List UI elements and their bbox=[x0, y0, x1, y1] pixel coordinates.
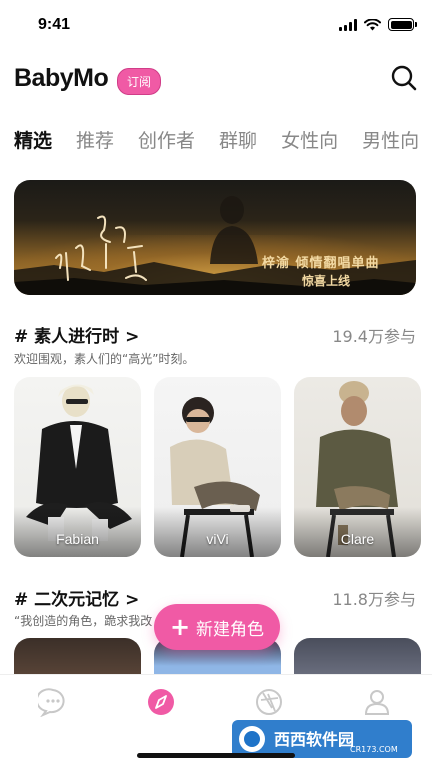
create-character-button[interactable]: + 新建角色 bbox=[154, 604, 280, 650]
character-name: Clare bbox=[340, 531, 375, 547]
plus-icon: + bbox=[169, 613, 191, 641]
tab-creators[interactable]: 创作者 bbox=[138, 126, 195, 156]
banner-subtitle: 惊喜上线 bbox=[302, 274, 351, 288]
character-name: viVi bbox=[206, 531, 229, 547]
tab-featured[interactable]: 精选 bbox=[14, 126, 52, 156]
character-card[interactable]: Clare bbox=[294, 377, 421, 557]
search-icon[interactable] bbox=[390, 64, 418, 92]
subscribe-badge[interactable]: 订阅 bbox=[117, 68, 162, 95]
user-icon[interactable] bbox=[362, 687, 392, 717]
cellular-signal-icon bbox=[339, 18, 357, 31]
tab-female-oriented[interactable]: 女性向 bbox=[281, 126, 338, 156]
tab-group-chat[interactable]: 群聊 bbox=[219, 126, 257, 156]
watermark-text: 西西软件园 bbox=[274, 730, 354, 749]
create-character-label: 新建角色 bbox=[196, 619, 265, 640]
section-participant-count: 11.8万参与 bbox=[332, 590, 416, 609]
section-title[interactable]: # 二次元记忆 > bbox=[14, 585, 139, 610]
watermark-subtext: CR173.COM bbox=[350, 745, 398, 754]
brand-logo: BabyMo bbox=[14, 64, 109, 92]
section-header: # 素人进行时 > 19.4万参与 bbox=[14, 322, 416, 348]
character-card-list: Fabian viVi Clare bbox=[14, 377, 432, 557]
compass-icon[interactable] bbox=[146, 687, 176, 717]
chat-icon[interactable] bbox=[38, 687, 68, 717]
character-name: Fabian bbox=[56, 531, 99, 547]
status-icons bbox=[339, 18, 417, 31]
character-card[interactable]: viVi bbox=[154, 377, 281, 557]
section-participant-count: 19.4万参与 bbox=[332, 327, 416, 346]
status-time: 9:41 bbox=[38, 16, 71, 33]
tab-recommended[interactable]: 推荐 bbox=[76, 126, 114, 156]
banner-figure bbox=[210, 196, 258, 264]
character-card[interactable] bbox=[14, 638, 141, 678]
section-title[interactable]: # 素人进行时 > bbox=[14, 322, 139, 347]
aperture-icon[interactable] bbox=[254, 687, 284, 717]
category-tabs: 精选 推荐 创作者 群聊 女性向 男性向 bbox=[14, 126, 432, 156]
banner-calligraphy bbox=[55, 215, 147, 281]
battery-icon bbox=[388, 18, 417, 31]
banner-title: 梓渝 倾情翻唱单曲 bbox=[262, 256, 380, 271]
wifi-icon bbox=[364, 18, 381, 30]
character-card[interactable]: Fabian bbox=[14, 377, 141, 557]
character-card[interactable] bbox=[294, 638, 421, 678]
promo-banner[interactable]: 梓渝 倾情翻唱单曲 惊喜上线 bbox=[14, 180, 416, 295]
section-description: 欢迎围观，素人们的“高光”时刻。 bbox=[14, 352, 195, 366]
section-description: “我创造的角色，跪求我改 bbox=[14, 614, 153, 628]
app-header: BabyMo 订阅 bbox=[14, 58, 418, 102]
status-bar: 9:41 bbox=[0, 0, 432, 50]
tab-male-oriented[interactable]: 男性向 bbox=[362, 126, 419, 156]
home-indicator bbox=[137, 753, 295, 758]
